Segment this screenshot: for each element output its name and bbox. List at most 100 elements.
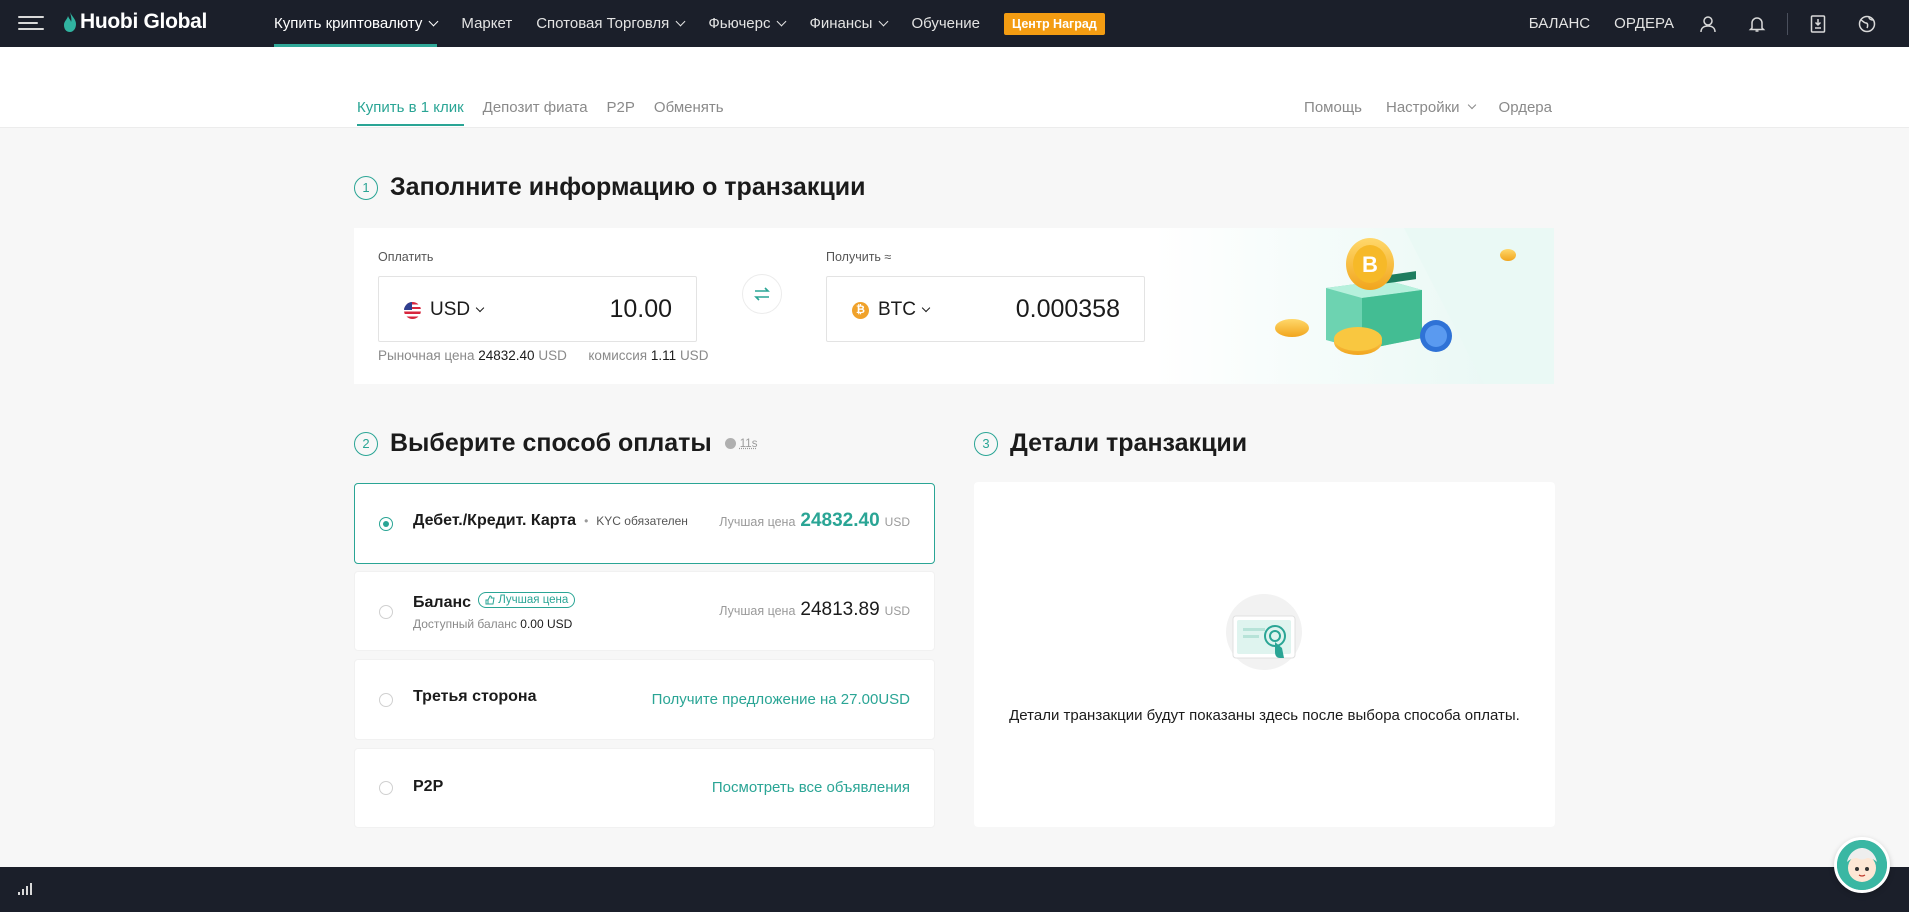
step-title: Детали транзакции bbox=[1010, 429, 1248, 457]
right-nav: БАЛАНС ОРДЕРА bbox=[1529, 0, 1909, 47]
pay-amount-input[interactable] bbox=[492, 295, 672, 324]
sub-nav-right: Помощь Настройки Ордера bbox=[1280, 99, 1552, 116]
step-3-header: 3 Детали транзакции bbox=[974, 429, 1247, 458]
best-price-unit: USD bbox=[884, 515, 910, 529]
payment-method-card[interactable]: Дебет./Кредит. Карта KYC обязателен Лучша… bbox=[354, 483, 935, 564]
nav-finance[interactable]: Финансы bbox=[809, 0, 889, 47]
method-name-text: Баланс bbox=[413, 594, 472, 611]
svg-text:B: B bbox=[1362, 252, 1378, 277]
method-name-text: Дебет./Кредит. Карта bbox=[413, 512, 577, 529]
swap-icon bbox=[754, 287, 770, 301]
step-1-header: 1 Заполните информацию о транзакции bbox=[354, 173, 865, 202]
tab-exchange[interactable]: Обменять bbox=[654, 99, 724, 126]
bell-icon[interactable] bbox=[1747, 14, 1767, 34]
support-chat-avatar[interactable] bbox=[1834, 837, 1890, 893]
nav-label: Обучение bbox=[911, 15, 981, 32]
chevron-down-icon bbox=[428, 16, 439, 26]
receive-amount-input[interactable] bbox=[940, 295, 1120, 324]
kyc-required-label: KYC обязателен bbox=[584, 514, 688, 528]
chevron-down-icon bbox=[777, 16, 787, 26]
tab-one-click-buy[interactable]: Купить в 1 клик bbox=[357, 99, 464, 126]
market-price-unit: USD bbox=[538, 348, 567, 363]
assistant-avatar-icon bbox=[1837, 840, 1887, 890]
clock-icon bbox=[724, 438, 736, 449]
receive-amount-box: ₿ BTC bbox=[826, 276, 1145, 342]
radio-button[interactable] bbox=[379, 781, 393, 795]
payment-method-p2p[interactable]: P2P Посмотреть все объявления bbox=[354, 748, 935, 828]
receive-label: Получить ≈ bbox=[826, 250, 892, 264]
radio-button[interactable] bbox=[379, 605, 393, 619]
radio-button[interactable] bbox=[379, 517, 393, 531]
rewards-center-button[interactable]: Центр Наград bbox=[1004, 12, 1105, 35]
tab-p2p[interactable]: P2P bbox=[607, 99, 635, 126]
timer-value: 11s bbox=[739, 437, 758, 450]
payment-method-third-party[interactable]: Третья сторона Получите предложение на 2… bbox=[354, 659, 935, 740]
nav-label: Финансы bbox=[809, 15, 873, 32]
pay-currency: USD bbox=[430, 299, 471, 320]
best-price: Лучшая цена 24813.89 USD bbox=[719, 599, 910, 621]
refresh-timer: 11s bbox=[724, 437, 758, 450]
tab-fiat-deposit[interactable]: Депозит фиата bbox=[483, 99, 588, 126]
nav-label: Спотовая Торговля bbox=[536, 15, 670, 32]
nav-futures[interactable]: Фьючерс bbox=[708, 0, 787, 47]
pay-currency-select[interactable]: USD bbox=[404, 299, 485, 321]
orders-link[interactable]: ОРДЕРА bbox=[1614, 15, 1674, 32]
step-number: 1 bbox=[354, 175, 378, 200]
get-offer-link[interactable]: Получите предложение на 27.00USD bbox=[652, 691, 910, 708]
receive-currency-select[interactable]: ₿ BTC bbox=[852, 299, 931, 321]
top-navbar: Huobi Global Купить криптовалюту Маркет … bbox=[0, 0, 1909, 47]
sub-navbar: Купить в 1 клик Депозит фиата P2P Обменя… bbox=[0, 47, 1909, 128]
step-title: Заполните информацию о транзакции bbox=[390, 173, 866, 201]
help-link[interactable]: Помощь bbox=[1304, 99, 1362, 116]
globe-icon[interactable] bbox=[1857, 14, 1877, 34]
radio-button[interactable] bbox=[379, 693, 393, 707]
step-2-header: 2 Выберите способ оплаты 11s bbox=[354, 429, 757, 458]
available-balance: Доступный баланс 0.00 USD bbox=[413, 617, 572, 631]
swap-button[interactable] bbox=[742, 274, 782, 314]
market-info: Рыночная цена 24832.40 USD комиссия 1.11… bbox=[378, 348, 708, 363]
footer-bar bbox=[0, 867, 1909, 912]
nav-label: Фьючерс bbox=[708, 15, 771, 32]
view-all-ads-link[interactable]: Посмотреть все объявления bbox=[712, 779, 910, 796]
best-price-value: 24813.89 bbox=[800, 599, 880, 620]
orders-link-sub[interactable]: Ордера bbox=[1499, 99, 1552, 116]
best-price-badge: Лучшая цена bbox=[478, 592, 576, 608]
best-price-unit: USD bbox=[884, 604, 910, 618]
method-name: Баланс Лучшая цена bbox=[413, 592, 576, 612]
divider bbox=[1787, 12, 1788, 35]
nav-learn[interactable]: Обучение bbox=[911, 0, 980, 47]
nav-label: Маркет bbox=[461, 15, 513, 32]
settings-label: Настройки bbox=[1385, 99, 1460, 116]
payment-method-balance[interactable]: Баланс Лучшая цена Доступный баланс 0.00… bbox=[354, 571, 935, 651]
crypto-coins-illustration: B bbox=[1154, 228, 1554, 384]
nav-spot-trading[interactable]: Спотовая Торговля bbox=[536, 0, 686, 47]
settings-dropdown[interactable]: Настройки bbox=[1385, 99, 1476, 116]
transaction-info-card: Оплатить USD Рыночная цена 24832.40 USD … bbox=[354, 228, 1554, 384]
receive-currency: BTC bbox=[878, 299, 916, 320]
signal-icon[interactable] bbox=[18, 883, 32, 895]
method-name: P2P bbox=[413, 778, 444, 795]
empty-details-illustration bbox=[1226, 594, 1302, 670]
nav-market[interactable]: Маркет bbox=[461, 0, 512, 47]
chevron-down-icon bbox=[475, 303, 485, 312]
transaction-details-card: Детали транзакции будут показаны здесь п… bbox=[974, 482, 1555, 827]
fee-unit: USD bbox=[679, 348, 709, 363]
available-balance-label: Доступный баланс bbox=[413, 617, 517, 631]
step-number: 3 bbox=[974, 431, 998, 456]
market-price-value: 24832.40 bbox=[478, 348, 535, 363]
menu-icon[interactable] bbox=[18, 14, 44, 32]
huobi-flame-icon bbox=[64, 12, 76, 32]
chevron-down-icon bbox=[675, 16, 686, 26]
logo[interactable]: Huobi Global bbox=[63, 10, 207, 34]
thumbs-up-icon bbox=[485, 595, 495, 605]
user-icon[interactable] bbox=[1698, 14, 1718, 34]
balance-link[interactable]: БАЛАНС bbox=[1529, 15, 1590, 32]
step-title: Выберите способ оплаты bbox=[390, 429, 712, 457]
nav-buy-crypto[interactable]: Купить криптовалюту bbox=[274, 0, 439, 47]
chevron-down-icon bbox=[1467, 100, 1476, 110]
chevron-down-icon bbox=[921, 303, 931, 312]
best-price-value: 24832.40 bbox=[800, 510, 880, 531]
nav-label: Купить криптовалюту bbox=[274, 15, 423, 32]
available-balance-value: 0.00 USD bbox=[520, 617, 573, 631]
download-icon[interactable] bbox=[1808, 14, 1828, 34]
